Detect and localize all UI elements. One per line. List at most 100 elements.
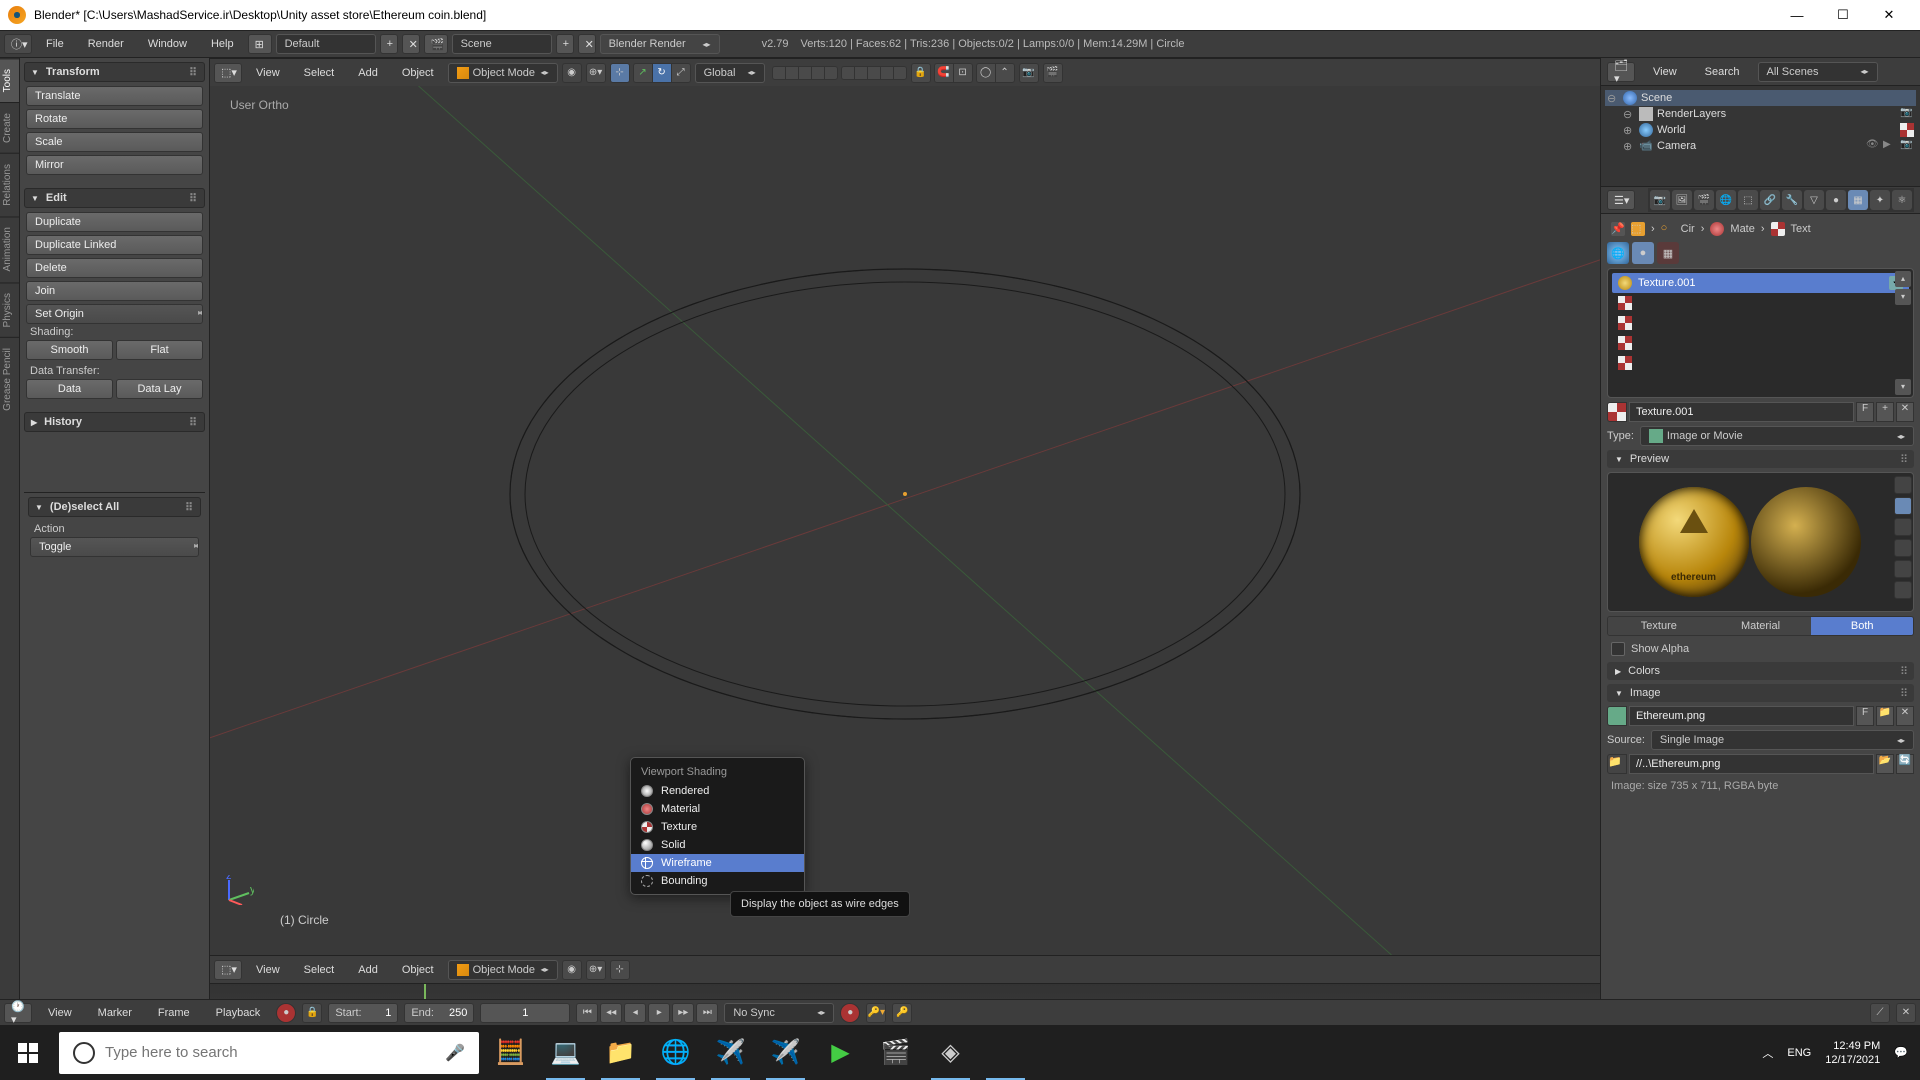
editor-type-3dview-b[interactable]: ⬚▾	[214, 960, 242, 980]
snap-type-icon[interactable]: ⊡	[953, 63, 973, 83]
texture-slot-4[interactable]	[1612, 353, 1909, 373]
vtab-tools[interactable]: Tools	[0, 58, 19, 102]
jump-start-icon[interactable]: ⏮	[576, 1003, 598, 1023]
outliner[interactable]: ⊖Scene ⊖RenderLayers📷 ⊕World ⊕📹Camera👁▶📷	[1601, 86, 1920, 186]
layout-browse-icon[interactable]: ⊞	[248, 34, 272, 54]
shading-solid[interactable]: Solid	[631, 836, 804, 854]
colors-panel-header[interactable]: Colors⠿	[1607, 662, 1914, 680]
task-unity[interactable]: ◈	[923, 1025, 978, 1080]
manip-toggle-b[interactable]: ⊹	[610, 960, 630, 980]
manip-scale-icon[interactable]: ⤢	[671, 63, 691, 83]
history-panel-header[interactable]: History⠿	[24, 412, 205, 432]
vtab-animation[interactable]: Animation	[0, 216, 19, 281]
texture-slot-3[interactable]	[1612, 333, 1909, 353]
props-tab-particle[interactable]: ✦	[1870, 190, 1890, 210]
prop-falloff-icon[interactable]: ⌃	[995, 63, 1015, 83]
list-up-icon[interactable]: ▴	[1895, 271, 1911, 287]
data-button[interactable]: Data	[26, 379, 113, 399]
layout-selector[interactable]: Default	[276, 34, 376, 54]
view3d-b-menu-object[interactable]: Object	[392, 960, 444, 980]
image-name-input[interactable]	[1629, 706, 1854, 726]
props-tab-texture[interactable]: ▦	[1848, 190, 1868, 210]
texture-type-select[interactable]: Image or Movie◂▸	[1640, 426, 1914, 446]
pivot-btn[interactable]: ⊕▾	[586, 63, 606, 83]
editor-type-icon[interactable]: ⓘ▾	[4, 34, 32, 54]
shading-material[interactable]: Material	[631, 800, 804, 818]
texture-slot-2[interactable]	[1612, 313, 1909, 333]
task-telegram2[interactable]: ✈️	[758, 1025, 813, 1080]
prev-sphere2[interactable]	[1894, 581, 1912, 599]
outliner-world[interactable]: ⊕World	[1605, 122, 1916, 138]
prev-tab-material[interactable]: Material	[1710, 617, 1812, 635]
duplicate-linked-button[interactable]: Duplicate Linked	[26, 235, 203, 255]
manip-rotate-icon[interactable]: ↻	[652, 63, 672, 83]
view3d-menu-object[interactable]: Object	[392, 63, 444, 83]
view3d-b-menu-add[interactable]: Add	[348, 960, 388, 980]
record-icon[interactable]: ●	[840, 1003, 860, 1023]
shading-mode-btn[interactable]: ◉	[562, 63, 582, 83]
image-open[interactable]: 📁	[1876, 706, 1894, 726]
props-tab-data[interactable]: ▽	[1804, 190, 1824, 210]
path-icon[interactable]: 📁	[1607, 754, 1627, 774]
shading-wireframe[interactable]: Wireframe	[631, 854, 804, 872]
tl-plus[interactable]: ⟋	[1870, 1003, 1890, 1023]
list-down-icon[interactable]: ▾	[1895, 289, 1911, 305]
menu-file[interactable]: File	[36, 34, 74, 54]
delete-button[interactable]: Delete	[26, 258, 203, 278]
task-calculator[interactable]: 🧮	[483, 1025, 538, 1080]
keying-set-icon[interactable]: 🔑▾	[866, 1003, 886, 1023]
prev-hair[interactable]	[1894, 560, 1912, 578]
outliner-view-menu[interactable]: View	[1643, 62, 1687, 82]
ctx-world-tex[interactable]: 🌐	[1607, 242, 1629, 264]
layer-buttons[interactable]	[773, 66, 838, 80]
path-browse[interactable]: 📂	[1876, 754, 1894, 774]
close-button[interactable]: ✕	[1866, 0, 1912, 30]
view3d-menu-view[interactable]: View	[246, 63, 290, 83]
view3d-menu-add[interactable]: Add	[348, 63, 388, 83]
rotate-button[interactable]: Rotate	[26, 109, 203, 129]
mic-icon[interactable]: 🎤	[445, 1043, 465, 1063]
props-tab-material[interactable]: ●	[1826, 190, 1846, 210]
shading-btn-b[interactable]: ◉	[562, 960, 582, 980]
task-chrome[interactable]: 🌐	[648, 1025, 703, 1080]
prev-tab-both[interactable]: Both	[1811, 617, 1913, 635]
layout-add[interactable]: +	[380, 34, 398, 54]
timeline-editor-type[interactable]: 🕐▾	[4, 1003, 32, 1023]
vtab-physics[interactable]: Physics	[0, 282, 19, 337]
prev-sphere[interactable]	[1894, 497, 1912, 515]
outliner-camera[interactable]: ⊕📹Camera👁▶📷	[1605, 138, 1916, 154]
menu-window[interactable]: Window	[138, 34, 197, 54]
texture-slot-list[interactable]: Texture.001✓ ▴ ▾ ▾	[1607, 268, 1914, 398]
key-insert-icon[interactable]: 🔑	[892, 1003, 912, 1023]
manipulator-toggle[interactable]: ⊹	[610, 63, 630, 83]
shading-bounding[interactable]: Bounding	[631, 872, 804, 890]
props-tab-constraint[interactable]: 🔗	[1760, 190, 1780, 210]
view3d-menu-select[interactable]: Select	[294, 63, 345, 83]
maximize-button[interactable]: ☐	[1820, 0, 1866, 30]
image-browse-icon[interactable]	[1607, 706, 1627, 726]
render-anim-icon[interactable]: 🎬	[1043, 63, 1063, 83]
vtab-grease-pencil[interactable]: Grease Pencil	[0, 337, 19, 421]
prev-cube[interactable]	[1894, 518, 1912, 536]
transform-panel-header[interactable]: Transform⠿	[24, 62, 205, 82]
layer-buttons-2[interactable]	[842, 66, 907, 80]
preview-panel-header[interactable]: Preview⠿	[1607, 450, 1914, 468]
props-tab-layers[interactable]: 🖼	[1672, 190, 1692, 210]
texture-browse-icon[interactable]	[1607, 402, 1627, 422]
texture-unlink[interactable]: ✕	[1896, 402, 1914, 422]
texture-fake-user[interactable]: F	[1856, 402, 1874, 422]
menu-help[interactable]: Help	[201, 34, 244, 54]
task-explorer[interactable]: 💻	[538, 1025, 593, 1080]
props-editor-type[interactable]: ☰▾	[1607, 190, 1635, 210]
list-menu-icon[interactable]: ▾	[1895, 379, 1911, 395]
tray-clock[interactable]: 12:49 PM 12/17/2021	[1825, 1039, 1880, 1067]
task-video[interactable]: 🎬	[868, 1025, 923, 1080]
pin-icon[interactable]: 📌	[1611, 222, 1625, 236]
vtab-create[interactable]: Create	[0, 102, 19, 153]
tray-chevron-icon[interactable]: ︿	[1762, 1045, 1773, 1061]
viewport-3d[interactable]: User Ortho zy (1) Circle V	[210, 86, 1600, 955]
search-input[interactable]	[105, 1044, 435, 1061]
image-source-select[interactable]: Single Image◂▸	[1651, 730, 1914, 750]
join-button[interactable]: Join	[26, 281, 203, 301]
tl-menu-marker[interactable]: Marker	[88, 1003, 142, 1023]
